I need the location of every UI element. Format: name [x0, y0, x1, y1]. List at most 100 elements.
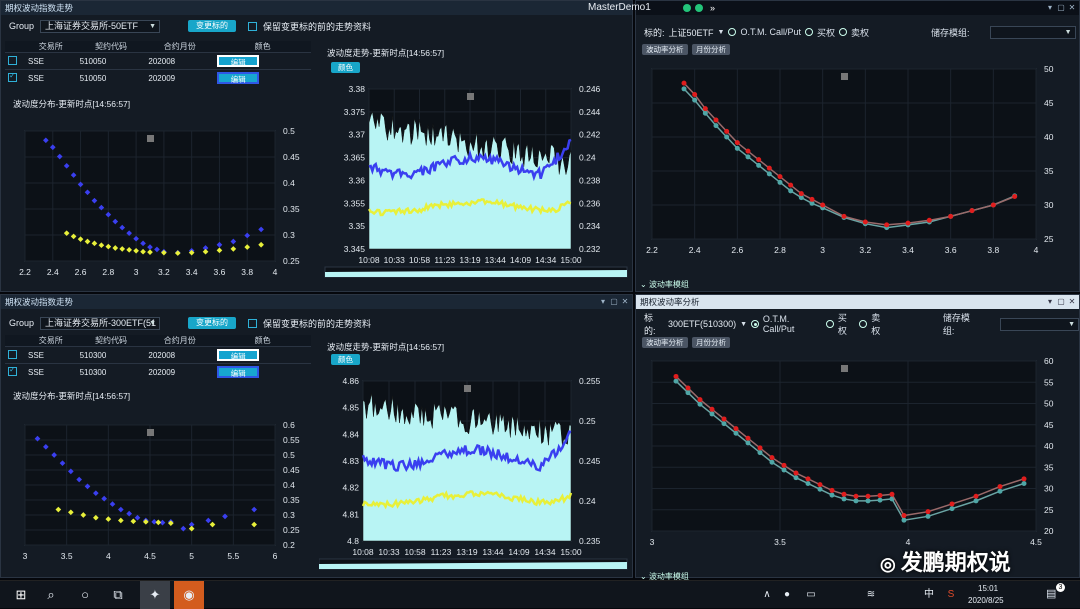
x-tick-label: 2.4: [47, 267, 59, 277]
color-button[interactable]: 颜色: [331, 354, 360, 365]
put-radio[interactable]: [859, 320, 868, 328]
col-exchange: 交易所: [25, 335, 77, 347]
search-icon[interactable]: ⌕: [36, 581, 66, 609]
notification-icon[interactable]: ▤: [1046, 587, 1056, 600]
maximize-icon[interactable]: ▢: [1056, 1, 1066, 15]
put-label: 卖权: [851, 27, 870, 38]
keep-history-checkbox[interactable]: [248, 318, 258, 328]
tab-vol-analysis[interactable]: 波动率分析: [642, 337, 688, 348]
put-radio[interactable]: [839, 28, 847, 36]
x-tick-label: 3: [650, 537, 655, 547]
table-row[interactable]: SSE 510050 202008 编辑: [5, 52, 311, 70]
y-tick-label: 0.35: [283, 204, 300, 214]
y-tick-label: 0.55: [283, 435, 300, 445]
data-point: [925, 513, 931, 519]
x-tick-label: 10:33: [384, 255, 406, 265]
data-point: [685, 390, 691, 396]
data-point: [901, 517, 907, 523]
cell-code: 510300: [76, 363, 146, 381]
panel-dropdown-icon[interactable]: ▾: [1045, 1, 1055, 15]
data-point: [805, 480, 811, 486]
trend-chart: 10:08 10:33 10:58 11:23 13:19 13:44 14:09 14:34…: [324, 84, 628, 278]
keep-history-checkbox[interactable]: [248, 21, 258, 31]
tray-screen-icon[interactable]: ▭: [796, 581, 826, 609]
change-target-button[interactable]: 变更标的: [188, 317, 237, 329]
y-tick-label: 30: [1044, 200, 1054, 210]
data-point: [901, 513, 907, 519]
volatility-smile-chart: 2.2 2.4 2.6 2.8 3 3.2 3.4 3.6 3.8 4 50 45 40 35 30 25: [646, 64, 1054, 255]
x-tick-label: 4: [273, 267, 278, 277]
call-radio[interactable]: [825, 320, 834, 328]
data-point: [734, 140, 740, 146]
close-icon[interactable]: ✕: [1067, 1, 1077, 15]
table-row[interactable]: SSE 510300 202008 编辑: [5, 346, 311, 364]
y-tick-label-left: 3.355: [344, 198, 366, 208]
data-point: [853, 493, 859, 499]
store-dropdown[interactable]: [989, 25, 1076, 39]
edit-color-button[interactable]: 编辑: [217, 349, 260, 361]
wifi-icon[interactable]: ≋: [856, 581, 886, 609]
row-checkbox[interactable]: [8, 365, 17, 376]
row-checkbox[interactable]: [8, 55, 17, 65]
y-tick-label: 0.245: [579, 456, 601, 466]
data-point: [709, 411, 715, 417]
app-icon[interactable]: ✦: [140, 581, 170, 609]
group-dropdown[interactable]: 上海证券交易所-50ETF: [40, 19, 161, 33]
target-label: 标的:: [644, 313, 656, 336]
data-point: [721, 416, 727, 422]
change-target-button[interactable]: 变更标的: [188, 20, 237, 32]
group-dropdown[interactable]: 上海证券交易所-300ETF(51: [40, 316, 161, 330]
x-tick-label: 4: [106, 551, 111, 561]
chevron-down-icon[interactable]: ▼: [740, 321, 747, 328]
color-button[interactable]: 颜色: [331, 62, 360, 73]
call-radio[interactable]: [804, 28, 813, 36]
tab-month-analysis[interactable]: 月份分析: [692, 44, 730, 55]
table-row[interactable]: SSE510300202009编辑: [5, 363, 311, 381]
keep-history-label: 保留变更标的前的走势资料: [263, 318, 372, 329]
data-point: [685, 385, 691, 391]
tab-month-analysis[interactable]: 月份分析: [692, 337, 730, 348]
data-point: [692, 97, 698, 103]
otm-radio[interactable]: [728, 28, 737, 36]
otm-radio[interactable]: [751, 320, 759, 328]
windows-start-icon[interactable]: ⊞: [6, 581, 36, 609]
sogou-icon[interactable]: S: [936, 581, 966, 609]
col-code: 契约代码: [76, 41, 146, 53]
table-row[interactable]: SSE510050202009编辑: [5, 69, 311, 87]
footer-toggle[interactable]: ⌄ 波动率模组: [640, 279, 689, 290]
panel-dropdown-icon[interactable]: ▾: [1045, 295, 1055, 309]
chevron-down-icon[interactable]: ▼: [718, 29, 725, 36]
y-tick-label: 55: [1044, 377, 1054, 387]
cell-code: 510050: [76, 69, 146, 87]
edit-color-button[interactable]: 编辑: [217, 366, 260, 379]
edit-color-button[interactable]: 编辑: [217, 55, 260, 67]
store-dropdown[interactable]: [1000, 317, 1080, 331]
row-checkbox[interactable]: [8, 71, 17, 82]
close-icon[interactable]: ✕: [1067, 295, 1077, 309]
data-point: [809, 196, 815, 202]
x-tick-label: 10:33: [378, 547, 400, 557]
expand-icon[interactable]: »: [710, 1, 715, 15]
maximize-icon[interactable]: ▢: [1056, 295, 1066, 309]
data-point: [681, 80, 687, 86]
target-dropdown[interactable]: 上证50ETF: [669, 26, 714, 39]
cortana-icon[interactable]: ○: [70, 581, 100, 609]
clock-date[interactable]: 2020/8/25: [968, 596, 1004, 605]
y-tick-label: 0.35: [283, 495, 300, 505]
panel-dropdown-icon[interactable]: ▾: [598, 295, 608, 309]
x-tick-label: 10:58: [409, 255, 431, 265]
tab-vol-analysis[interactable]: 波动率分析: [642, 44, 688, 55]
clock-time[interactable]: 15:01: [978, 584, 998, 593]
x-tick-label: 3.8: [987, 245, 999, 255]
maximize-icon[interactable]: ▢: [609, 295, 619, 309]
task-view-icon[interactable]: ⧉: [103, 581, 133, 609]
chrome-icon[interactable]: ◉: [174, 581, 204, 609]
y-tick-label: 25: [1044, 505, 1054, 515]
edit-color-button[interactable]: 编辑: [217, 72, 260, 85]
y-tick-label: 0.25: [283, 525, 300, 535]
target-dropdown[interactable]: 300ETF(510300): [668, 319, 736, 329]
row-checkbox[interactable]: [8, 349, 17, 359]
y-tick-label: 0.255: [579, 376, 601, 386]
close-icon[interactable]: ✕: [620, 295, 630, 309]
data-point: [681, 86, 687, 92]
